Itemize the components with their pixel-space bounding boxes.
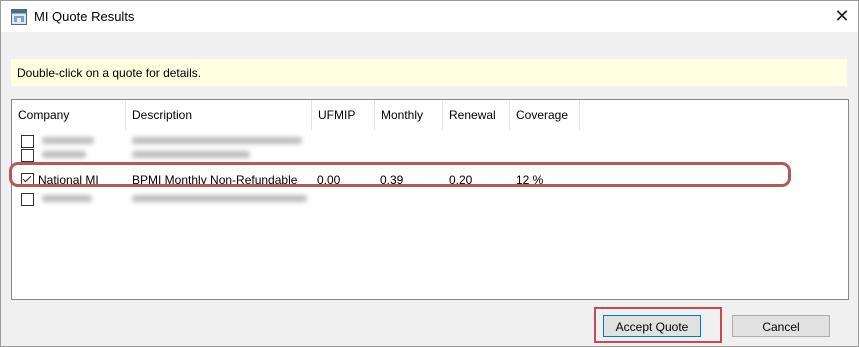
table-row-selected[interactable]: National MI BPMI Monthly Non-Refundable … xyxy=(12,171,572,189)
redacted-description xyxy=(132,195,307,202)
column-header-monthly[interactable]: Monthly xyxy=(375,100,443,130)
column-header-description[interactable]: Description xyxy=(126,100,312,130)
accept-quote-button[interactable]: Accept Quote xyxy=(603,315,701,337)
app-icon xyxy=(11,9,27,25)
cell-company: National MI xyxy=(38,173,99,187)
column-header-company[interactable]: Company xyxy=(12,100,126,130)
redacted-company xyxy=(42,195,92,202)
mi-quote-results-dialog: MI Quote Results ✕ Double-click on a quo… xyxy=(0,0,859,347)
instruction-text: Double-click on a quote for details. xyxy=(17,66,202,80)
table-row[interactable] xyxy=(12,191,572,209)
table-row[interactable] xyxy=(12,147,572,165)
title-bar: MI Quote Results ✕ xyxy=(1,1,858,32)
cell-monthly: 0.39 xyxy=(380,173,404,187)
cell-ufmip: 0.00 xyxy=(317,173,341,187)
cell-description: BPMI Monthly Non-Refundable xyxy=(132,173,298,187)
window-title: MI Quote Results xyxy=(34,9,135,24)
column-header-renewal[interactable]: Renewal xyxy=(443,100,510,130)
redacted-company xyxy=(42,137,94,144)
column-header-ufmip[interactable]: UFMIP xyxy=(312,100,375,130)
cell-renewal: 0.20 xyxy=(449,173,473,187)
redacted-company xyxy=(42,151,86,158)
cell-coverage: 12 % xyxy=(516,173,544,187)
column-header-coverage[interactable]: Coverage xyxy=(510,100,580,130)
redacted-description xyxy=(132,151,250,158)
close-icon[interactable]: ✕ xyxy=(826,1,858,32)
row-checkbox-checked[interactable] xyxy=(21,173,34,186)
row-checkbox[interactable] xyxy=(21,149,34,162)
quote-list[interactable]: Company Description UFMIP Monthly Renewa… xyxy=(11,99,849,300)
row-checkbox[interactable] xyxy=(21,193,34,206)
cancel-button[interactable]: Cancel xyxy=(732,315,830,337)
redacted-description xyxy=(132,137,302,144)
instruction-banner: Double-click on a quote for details. xyxy=(11,59,847,86)
